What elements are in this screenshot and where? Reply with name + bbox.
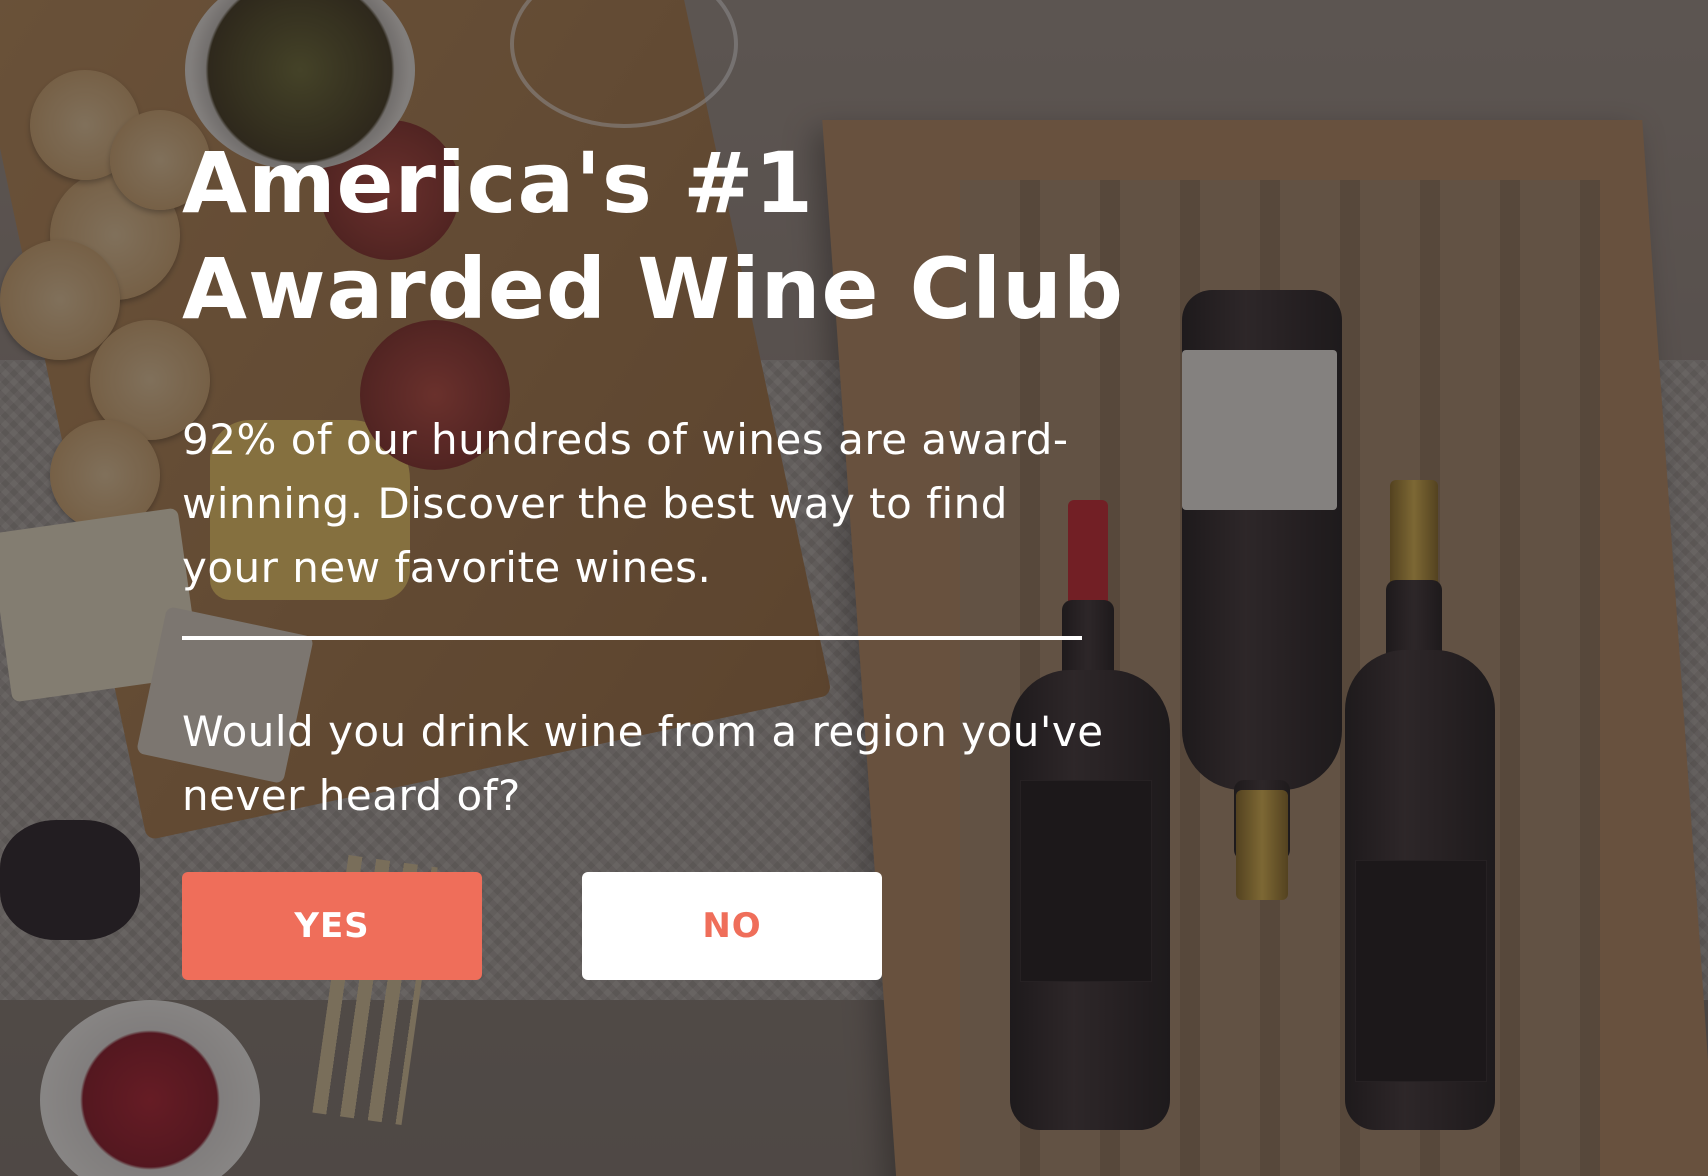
divider xyxy=(182,636,1082,640)
subheadline: 92% of our hundreds of wines are award-w… xyxy=(182,415,1069,592)
answer-buttons: YES NO xyxy=(182,872,1142,980)
promo-screen: America's #1 Awarded Wine Club 92% of ou… xyxy=(0,0,1708,1176)
yes-button[interactable]: YES xyxy=(182,872,482,980)
promo-content: America's #1 Awarded Wine Club 92% of ou… xyxy=(182,130,1142,980)
no-button[interactable]: NO xyxy=(582,872,882,980)
headline: America's #1 Awarded Wine Club xyxy=(182,134,1125,338)
survey-question: Would you drink wine from a region you'v… xyxy=(182,707,1104,820)
